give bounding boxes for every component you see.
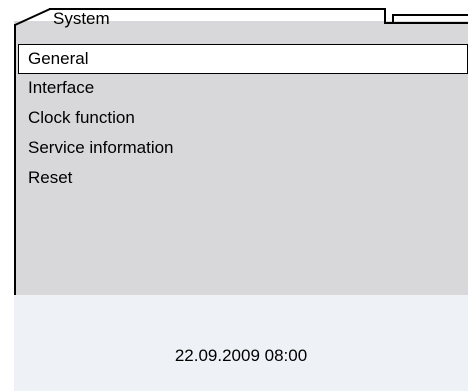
system-menu: General Interface Clock function Service… [18, 44, 468, 194]
panel-left-border [14, 24, 16, 295]
status-panel [14, 295, 468, 391]
tab-system[interactable]: System [53, 8, 110, 30]
menu-item-service-information[interactable]: Service information [18, 134, 468, 164]
tab-baseline [384, 22, 468, 24]
menu-item-interface[interactable]: Interface [18, 74, 468, 104]
inactive-tab-top [392, 14, 468, 16]
menu-item-clock-function[interactable]: Clock function [18, 104, 468, 134]
menu-item-reset[interactable]: Reset [18, 164, 468, 194]
device-screen: System General Interface Clock function … [0, 0, 468, 391]
tab-left-edge [14, 8, 51, 26]
status-datetime: 22.09.2009 08:00 [174, 346, 308, 365]
menu-item-general[interactable]: General [18, 44, 468, 74]
